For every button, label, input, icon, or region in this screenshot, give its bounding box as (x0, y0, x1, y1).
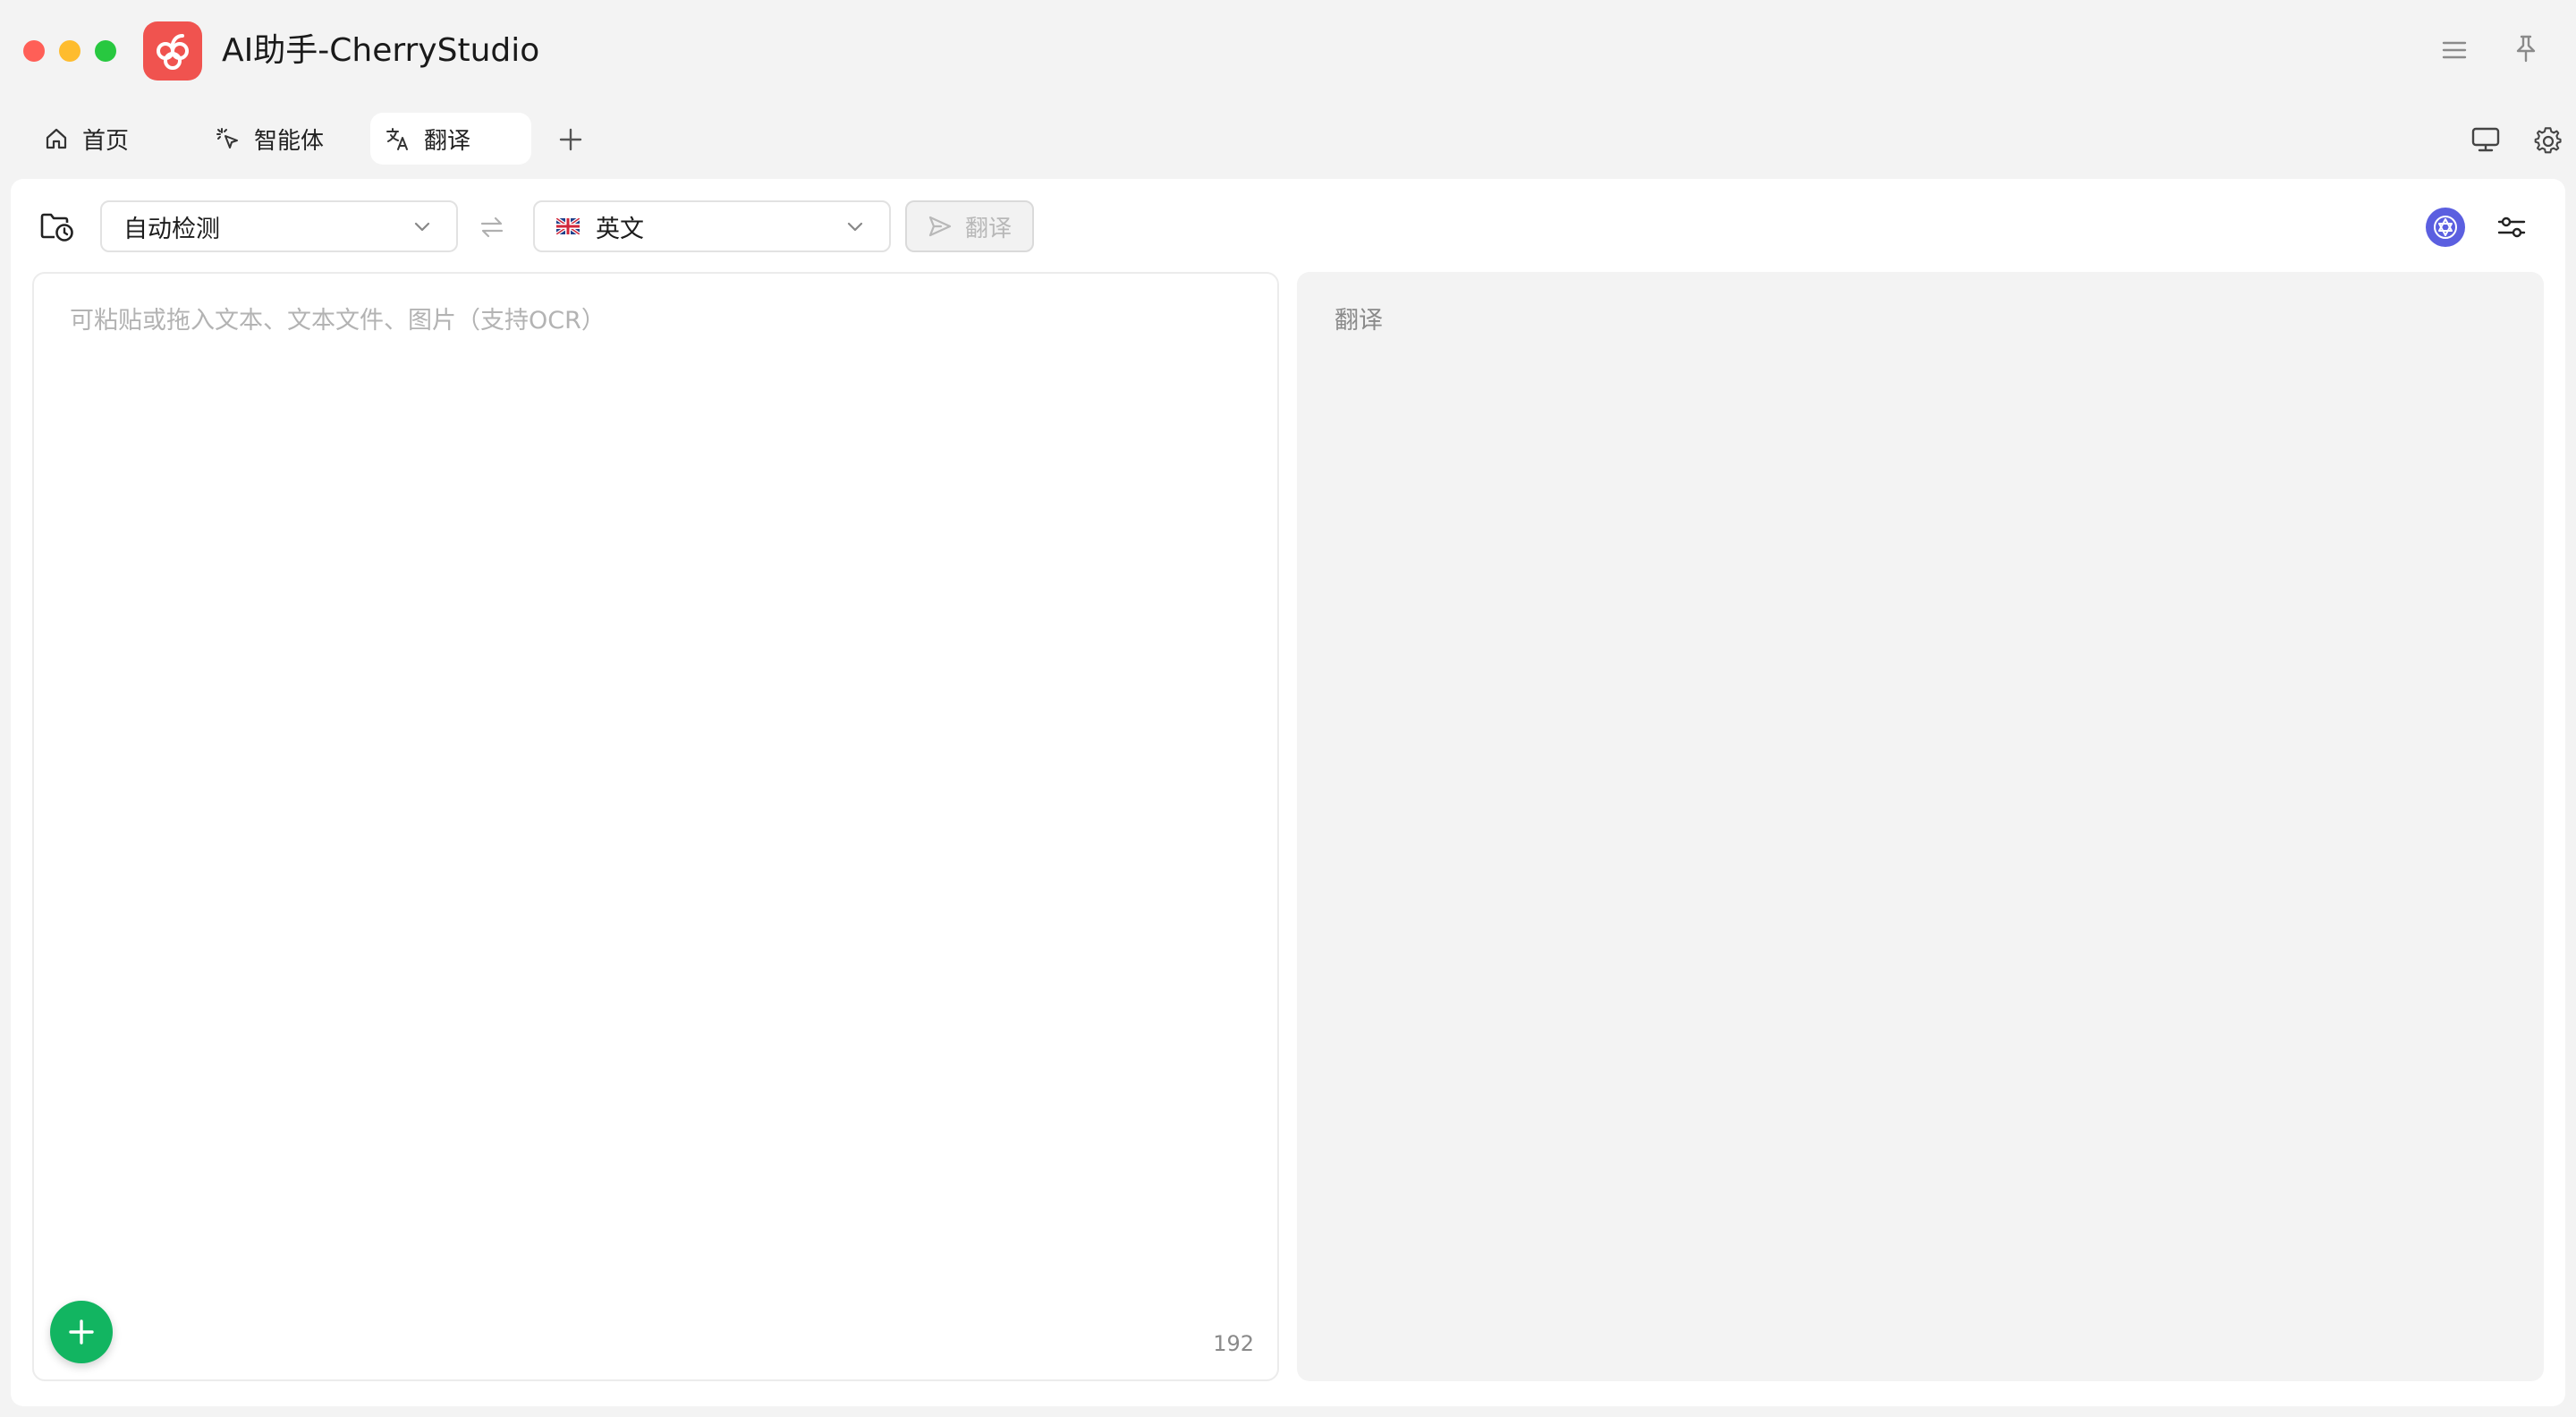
translate-panel: 自动检测 英文 翻译 可粘贴或拖入文本、文本文件、图片（支持OCR） 192 翻… (11, 179, 2565, 1406)
minimize-window-button[interactable] (59, 40, 80, 62)
tab-agents-label: 智能体 (254, 127, 325, 155)
monitor-icon[interactable] (2469, 123, 2503, 156)
menu-icon[interactable] (2436, 34, 2472, 66)
sliders-icon[interactable] (2494, 209, 2529, 245)
source-pane: 192 (32, 272, 1279, 1381)
tab-home-label: 首页 (82, 127, 130, 155)
source-text-input[interactable] (70, 301, 1233, 1285)
target-language-select[interactable]: 英文 (533, 200, 891, 252)
chevron-down-icon (844, 216, 866, 243)
result-placeholder: 翻译 (1335, 307, 1383, 335)
tab-translate[interactable]: 翻译 (370, 113, 531, 165)
sparkle-cursor-icon (215, 125, 242, 152)
zoom-window-button[interactable] (95, 40, 116, 62)
plus-icon (66, 1317, 97, 1347)
gear-icon[interactable] (2531, 123, 2565, 157)
swap-arrows-icon[interactable] (476, 211, 508, 243)
model-logo-icon[interactable] (2426, 208, 2465, 247)
folder-clock-icon[interactable] (39, 209, 75, 245)
close-window-button[interactable] (23, 40, 45, 62)
result-pane: 翻译 (1297, 272, 2544, 1381)
source-language-value: 自动检测 (123, 215, 220, 243)
app-window: AI助手-CherryStudio 首页 智能体 翻译 自动检测 英文 翻译 可… (0, 0, 2576, 1417)
new-tab-plus-icon[interactable] (555, 123, 587, 156)
translate-icon (385, 125, 411, 152)
cherry-logo-icon (143, 21, 202, 81)
translate-button[interactable]: 翻译 (905, 200, 1034, 252)
tab-home[interactable]: 首页 (32, 113, 186, 165)
tab-translate-label: 翻译 (424, 127, 471, 155)
home-icon (43, 125, 70, 152)
app-title: AI助手-CherryStudio (222, 32, 540, 69)
uk-flag-icon (556, 218, 580, 234)
tab-agents[interactable]: 智能体 (204, 113, 376, 165)
source-language-select[interactable]: 自动检测 (100, 200, 458, 252)
translate-button-label: 翻译 (964, 215, 1012, 242)
target-language-value: 英文 (596, 215, 644, 243)
send-icon (928, 215, 953, 238)
char-count: 192 (1213, 1331, 1254, 1356)
chevron-down-icon (411, 216, 433, 243)
pin-icon[interactable] (2508, 30, 2544, 66)
add-button[interactable] (50, 1301, 113, 1363)
